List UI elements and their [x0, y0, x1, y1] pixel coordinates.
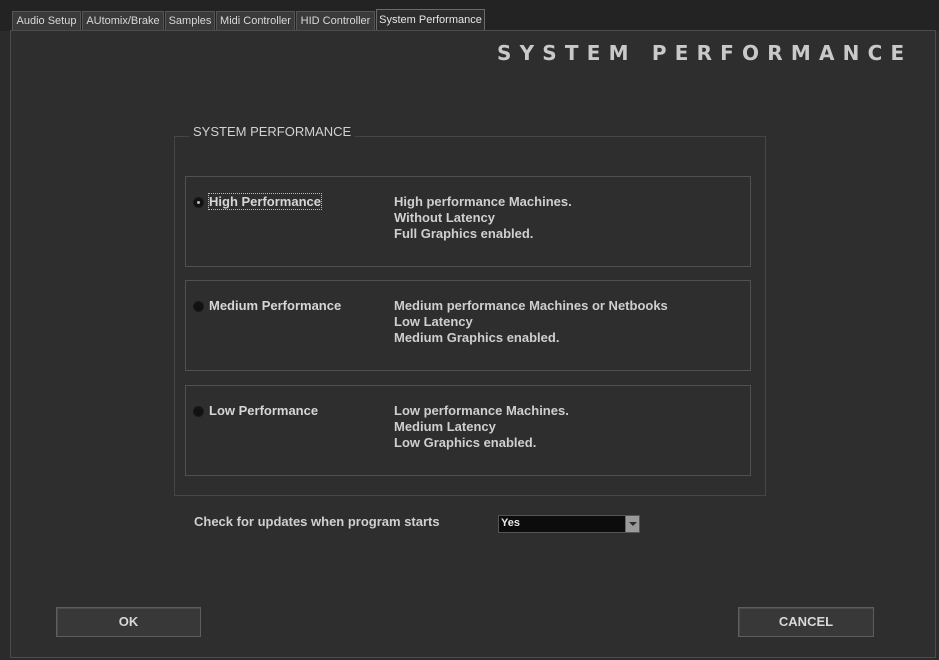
tab-audio-setup[interactable]: Audio Setup [12, 11, 81, 30]
description-line: Medium Graphics enabled. [394, 330, 560, 345]
description-high-performance: High performance Machines. Without Laten… [394, 194, 572, 242]
chevron-down-icon[interactable] [625, 516, 639, 532]
tab-strip: Audio Setup AUtomix/Brake Samples Midi C… [0, 0, 939, 31]
tab-midi-controller[interactable]: Midi Controller [216, 11, 295, 30]
radio-low-performance[interactable] [193, 406, 204, 417]
description-line: Medium performance Machines or Netbooks [394, 298, 668, 313]
option-medium-performance: Medium Performance Medium performance Ma… [185, 280, 751, 371]
ok-button[interactable]: OK [56, 607, 201, 637]
description-line: Full Graphics enabled. [394, 226, 534, 241]
tab-samples[interactable]: Samples [165, 11, 215, 30]
description-line: Medium Latency [394, 419, 496, 434]
dropdown-value: Yes [501, 517, 520, 529]
groupbox-label: SYSTEM PERFORMANCE [189, 124, 356, 139]
option-high-performance: High Performance High performance Machin… [185, 176, 751, 267]
description-low-performance: Low performance Machines. Medium Latency… [394, 403, 569, 451]
option-low-performance: Low Performance Low performance Machines… [185, 385, 751, 476]
settings-window: Audio Setup AUtomix/Brake Samples Midi C… [0, 0, 939, 660]
tab-hid-controller[interactable]: HID Controller [296, 11, 375, 30]
radio-label-medium-performance[interactable]: Medium Performance [209, 298, 341, 313]
description-line: High performance Machines. [394, 194, 572, 209]
radio-medium-performance[interactable] [193, 301, 204, 312]
page-title: SYSTEM PERFORMANCE [497, 41, 913, 65]
radio-label-low-performance[interactable]: Low Performance [209, 403, 318, 418]
check-updates-dropdown[interactable]: Yes [498, 515, 640, 533]
description-line: Low performance Machines. [394, 403, 569, 418]
radio-label-high-performance[interactable]: High Performance [208, 193, 322, 210]
radio-high-performance[interactable] [193, 197, 204, 208]
tab-system-performance[interactable]: System Performance [376, 9, 485, 31]
description-line: Low Graphics enabled. [394, 435, 537, 450]
cancel-button[interactable]: CANCEL [738, 607, 874, 637]
description-line: Low Latency [394, 314, 473, 329]
tab-automix-brake[interactable]: AUtomix/Brake [82, 11, 164, 30]
check-updates-label: Check for updates when program starts [194, 514, 440, 529]
description-line: Without Latency [394, 210, 495, 225]
description-medium-performance: Medium performance Machines or Netbooks … [394, 298, 668, 346]
